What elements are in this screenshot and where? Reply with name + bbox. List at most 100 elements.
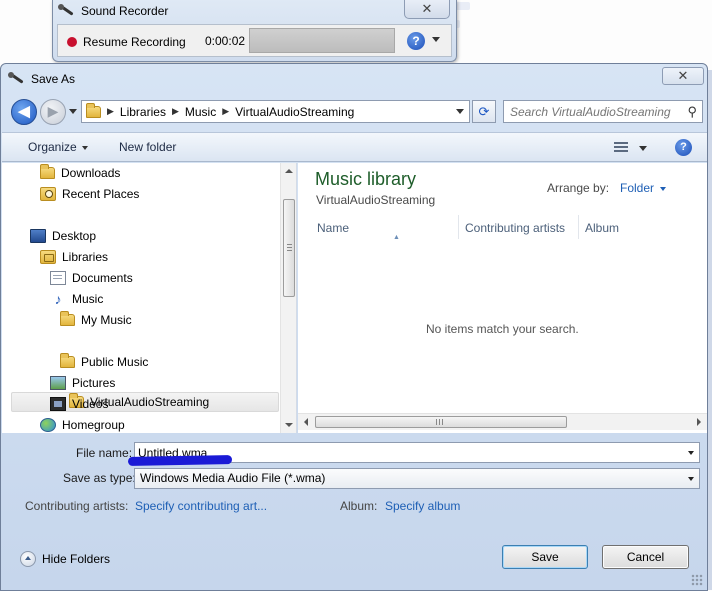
nav-item-pictures[interactable]: Pictures <box>50 373 115 393</box>
scroll-right-arrow-icon[interactable] <box>697 418 701 426</box>
folder-icon <box>40 164 55 179</box>
videos-icon <box>50 397 66 411</box>
resize-grip-icon[interactable] <box>691 574 703 586</box>
save-as-type-label: Save as type: <box>63 471 136 485</box>
column-header-album[interactable]: Album <box>579 215 707 239</box>
folder-icon <box>86 102 101 118</box>
scroll-up-arrow-icon[interactable] <box>285 169 293 173</box>
address-bar[interactable]: ▶ Libraries ▶ Music ▶ VirtualAudioStream… <box>81 100 470 123</box>
nav-item-label: Homegroup <box>62 418 125 432</box>
help-icon[interactable]: ? <box>407 32 425 50</box>
library-subtitle: VirtualAudioStreaming <box>316 193 436 207</box>
record-dot-icon <box>67 36 77 47</box>
search-input[interactable] <box>510 104 680 119</box>
navigation-scrollbar[interactable] <box>280 163 296 433</box>
scrollbar-thumb[interactable] <box>315 416 567 428</box>
nav-item-documents[interactable]: Documents <box>50 268 133 288</box>
nav-item-recent-places[interactable]: Recent Places <box>40 184 139 204</box>
save-as-type-select[interactable]: Windows Media Audio File (*.wma) <box>134 468 700 489</box>
dialog-title: Save As <box>31 72 76 86</box>
nav-item-label: Pictures <box>72 376 116 390</box>
nav-item-videos[interactable]: Videos <box>50 394 108 414</box>
nav-item-desktop[interactable]: Desktop <box>30 226 96 246</box>
folder-icon <box>60 353 75 368</box>
annotation-underline <box>127 455 233 466</box>
recorder-menu-dropdown-icon[interactable] <box>432 37 440 42</box>
forward-button[interactable]: ▶ <box>40 99 66 125</box>
nav-item-label: Recent Places <box>62 187 140 201</box>
arrange-by-label: Arrange by: <box>547 181 610 195</box>
dialog-close-button[interactable]: ✕ <box>662 67 704 85</box>
breadcrumb-separator[interactable]: ▶ <box>172 106 179 117</box>
folder-icon <box>60 311 75 326</box>
album-label: Album: <box>340 499 378 513</box>
view-options-dropdown-icon[interactable] <box>639 146 647 151</box>
documents-icon <box>50 271 66 285</box>
chevron-down-icon <box>81 145 88 150</box>
back-button[interactable]: ◀ <box>11 99 37 125</box>
homegroup-icon <box>40 418 56 432</box>
chevron-down-icon <box>688 477 694 481</box>
hide-folders-button[interactable]: Hide Folders <box>20 551 110 567</box>
microphone-icon <box>57 3 75 19</box>
horizontal-scrollbar[interactable] <box>298 413 707 430</box>
recorder-controls: Resume Recording 0:00:02 ? <box>57 24 452 57</box>
background-window-edge <box>708 70 712 590</box>
chevron-down-icon <box>660 186 667 191</box>
breadcrumb-virtualaudiostreaming[interactable]: VirtualAudioStreaming <box>235 105 354 119</box>
empty-results-message: No items match your search. <box>426 322 579 336</box>
scroll-down-arrow-icon[interactable] <box>285 423 293 427</box>
breadcrumb-separator[interactable]: ▶ <box>107 106 114 117</box>
column-header-name[interactable]: Name ▲ <box>311 215 459 241</box>
column-header-contributing-artists[interactable]: Contributing artists <box>459 215 579 239</box>
nav-item-homegroup[interactable]: Homegroup <box>40 415 125 433</box>
search-icon[interactable]: ⚲ <box>687 104 697 120</box>
cancel-button[interactable]: Cancel <box>602 545 689 569</box>
nav-item-my-music[interactable]: My Music <box>60 310 132 330</box>
recent-pages-dropdown-icon[interactable] <box>69 109 77 114</box>
breadcrumb-separator[interactable]: ▶ <box>222 106 229 117</box>
scroll-left-arrow-icon[interactable] <box>304 418 308 426</box>
sound-recorder-window: Sound Recorder ✕ Resume Recording 0:00:0… <box>52 0 457 62</box>
save-button[interactable]: Save <box>502 545 588 569</box>
nav-item-downloads[interactable]: Downloads <box>40 163 120 183</box>
sort-ascending-icon: ▲ <box>393 234 400 241</box>
nav-item-label: My Music <box>81 313 132 327</box>
elapsed-time: 0:00:02 <box>205 34 246 48</box>
nav-item-label: Desktop <box>52 229 97 243</box>
chevron-down-icon[interactable] <box>688 451 694 455</box>
organize-button[interactable]: Organize <box>28 140 88 154</box>
nav-item-label: Videos <box>72 397 109 411</box>
resume-recording-label: Resume Recording <box>83 34 186 49</box>
search-box[interactable]: ⚲ <box>503 100 703 123</box>
file-list-pane: Music library VirtualAudioStreaming Arra… <box>298 163 707 433</box>
nav-item-label: Downloads <box>61 166 121 180</box>
nav-item-label: Documents <box>72 271 133 285</box>
change-view-icon[interactable] <box>614 142 628 153</box>
navigation-pane: Downloads Recent Places Desktop Librarie… <box>2 163 297 433</box>
recorder-title: Sound Recorder <box>81 4 169 18</box>
album-link[interactable]: Specify album <box>385 499 460 513</box>
address-dropdown-icon[interactable] <box>456 109 464 114</box>
level-meter <box>249 28 395 53</box>
nav-item-music[interactable]: ♪ Music <box>50 289 104 309</box>
contributing-artists-link[interactable]: Specify contributing art... <box>135 499 267 513</box>
save-as-type-value: Windows Media Audio File (*.wma) <box>140 471 326 485</box>
contributing-artists-label: Contributing artists: <box>25 499 129 513</box>
library-title: Music library <box>315 169 417 189</box>
scrollbar-thumb[interactable] <box>283 199 295 297</box>
grip-icon <box>436 419 443 425</box>
desktop-icon <box>30 229 46 243</box>
arrange-by-dropdown[interactable]: Folder <box>620 181 667 195</box>
organize-label: Organize <box>28 140 77 154</box>
new-folder-button[interactable]: New folder <box>119 140 176 154</box>
nav-item-libraries[interactable]: Libraries <box>40 247 108 267</box>
help-icon[interactable]: ? <box>675 139 692 156</box>
hide-folders-label: Hide Folders <box>42 552 111 566</box>
recorder-close-button[interactable]: ✕ <box>404 0 450 19</box>
dialog-titlebar: Save As <box>7 69 75 89</box>
breadcrumb-music[interactable]: Music <box>185 105 216 119</box>
nav-item-public-music[interactable]: Public Music <box>60 352 148 372</box>
refresh-button[interactable]: ⟳ <box>472 100 496 123</box>
breadcrumb-libraries[interactable]: Libraries <box>120 105 166 119</box>
